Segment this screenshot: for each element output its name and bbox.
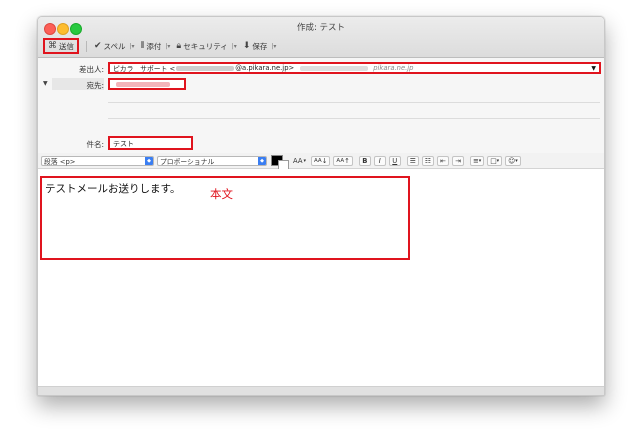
format-toolbar: 段落 <p> ◆ プロポーショナル ◆ AA ▾ AA ↓ AA ↑ B I U ☰…: [38, 153, 604, 171]
spell-dropdown-icon[interactable]: |▾: [130, 43, 135, 50]
increase-font-label: AA: [336, 157, 345, 164]
to-input[interactable]: [108, 78, 186, 90]
window-title: 作成: テスト: [296, 23, 346, 33]
attach-button[interactable]: ⫴ 添付 |▾: [138, 39, 174, 54]
down-arrow-icon: ↓: [321, 156, 328, 165]
chevron-down-icon: ▼: [591, 65, 596, 72]
up-arrow-icon: ↑: [344, 156, 350, 165]
save-label: 保存: [252, 41, 268, 51]
numbered-list-icon[interactable]: ☷: [421, 155, 434, 166]
bullet-list-icon[interactable]: ☰: [406, 155, 419, 166]
toolbar: ⌘ 送信 ✔ スペル |▾ ⫴ 添付 |▾ 🔒︎ セキュリティ |▾ ⬇ 保存: [38, 37, 279, 55]
security-label: セキュリティ: [183, 41, 228, 51]
checkmark-icon: ✔: [94, 40, 102, 51]
redacted-address: [300, 65, 369, 71]
to-label: 宛先:: [86, 81, 104, 90]
attach-label: 添付: [146, 41, 162, 51]
message-headers: 差出人: ピカラ サポート < @a.pikara.ne.jp> pikara.…: [38, 58, 604, 154]
underline-button[interactable]: U: [388, 155, 401, 166]
paragraph-select[interactable]: 段落 <p> ◆: [41, 155, 154, 166]
smiley-icon: ☺: [508, 156, 516, 165]
decrease-font-label: AA: [314, 157, 322, 164]
chevron-down-icon: ▾: [515, 157, 518, 164]
send-button[interactable]: ⌘ 送信: [43, 38, 79, 54]
from-name: ピカラ サポート <: [113, 65, 176, 73]
chevron-down-icon: ▾: [496, 157, 500, 164]
from-domain: @a.pikara.ne.jp>: [235, 64, 295, 72]
insert-menu-button[interactable]: □ ▾: [487, 155, 503, 166]
divider: [108, 118, 600, 119]
chevron-down-icon: ▾: [303, 157, 307, 164]
titlebar: 作成: テスト ⌘ 送信 ✔ スペル |▾ ⫴ 添付 |▾ 🔒︎ セキュリティ …: [38, 17, 604, 58]
emoji-menu-button[interactable]: ☺ ▾: [505, 155, 521, 166]
subject-input[interactable]: テスト: [108, 136, 193, 150]
paperclip-icon: ⫴: [140, 40, 145, 51]
subject-label: 件名:: [86, 140, 104, 149]
paragraph-value: 段落 <p>: [44, 157, 76, 166]
body-highlight-box: テストメールお送りします。 本文: [40, 176, 410, 260]
save-button[interactable]: ⬇ 保存 |▾: [240, 39, 280, 54]
lock-icon: 🔒︎: [176, 40, 182, 51]
toolbar-divider: [86, 40, 87, 52]
bold-button[interactable]: B: [358, 155, 371, 166]
increase-font-button[interactable]: AA ↑: [333, 155, 353, 166]
from-select[interactable]: ピカラ サポート < @a.pikara.ne.jp> pikara.ne.jp…: [108, 62, 601, 74]
bottom-strip: [38, 386, 604, 395]
message-body[interactable]: テストメールお送りします。 本文: [38, 169, 604, 387]
font-value: プロポーショナル: [160, 157, 215, 166]
from-row: 差出人: ピカラ サポート < @a.pikara.ne.jp> pikara.…: [38, 61, 604, 77]
font-size-label: AA: [293, 156, 303, 165]
font-select[interactable]: プロポーショナル ◆: [157, 155, 267, 166]
spell-label: スペル: [103, 41, 126, 51]
subject-row: 件名: テスト: [38, 136, 604, 152]
save-dropdown-icon[interactable]: |▾: [271, 43, 276, 50]
select-arrows-icon: ◆: [145, 156, 153, 165]
decrease-font-button[interactable]: AA ↓: [311, 155, 331, 166]
body-annotation-label: 本文: [210, 187, 233, 201]
divider: [108, 102, 600, 103]
select-arrows-icon: ◆: [258, 156, 266, 165]
font-size-menu-button[interactable]: AA ▾: [291, 156, 308, 166]
from-label: 差出人:: [78, 65, 104, 74]
chevron-down-icon: ▾: [478, 157, 482, 164]
text-color-swatch[interactable]: [271, 155, 289, 171]
italic-button[interactable]: I: [373, 155, 386, 166]
redacted-address: [176, 65, 235, 71]
redacted-recipient: [116, 82, 170, 87]
indent-icon[interactable]: ⇥: [451, 155, 464, 166]
send-label: 送信: [59, 41, 74, 51]
security-button[interactable]: 🔒︎ セキュリティ |▾: [173, 39, 239, 54]
align-menu-button[interactable]: ≡ ▾: [469, 155, 485, 166]
download-arrow-icon: ⬇: [242, 40, 251, 51]
security-dropdown-icon[interactable]: |▾: [232, 43, 237, 50]
body-text: テストメールお送りします。: [45, 183, 181, 195]
spell-button[interactable]: ✔ スペル |▾: [91, 39, 138, 54]
attach-dropdown-icon[interactable]: |▾: [165, 43, 170, 50]
from-alias: pikara.ne.jp: [373, 64, 414, 72]
to-row: ▼ 宛先:: [38, 77, 604, 93]
outdent-icon[interactable]: ⇤: [436, 155, 449, 166]
compose-window: 作成: テスト ⌘ 送信 ✔ スペル |▾ ⫴ 添付 |▾ 🔒︎ セキュリティ …: [37, 16, 605, 396]
send-icon: ⌘: [48, 40, 57, 51]
